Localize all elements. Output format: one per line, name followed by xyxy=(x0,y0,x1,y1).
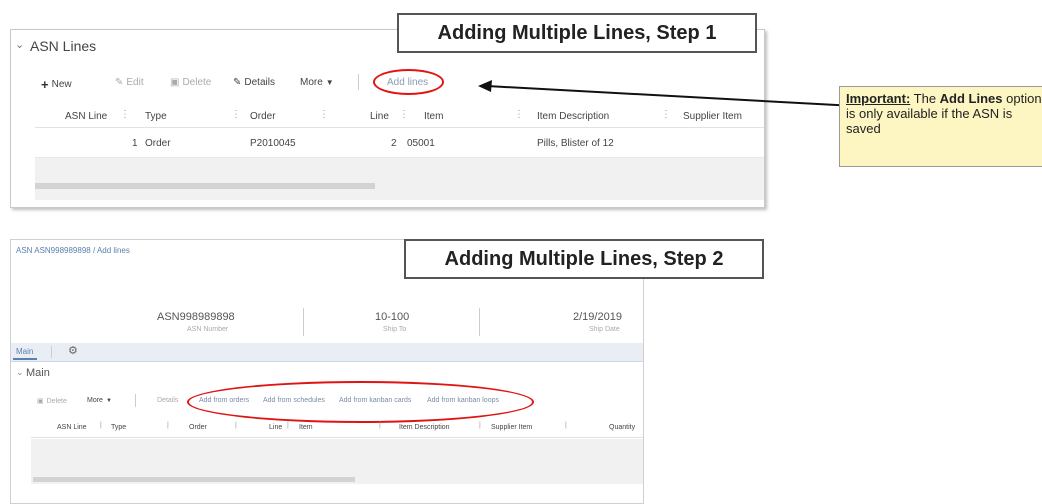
collapse-chevron-icon[interactable]: ⌄ xyxy=(15,38,24,51)
col-item-description[interactable]: Item Description xyxy=(537,111,609,122)
cell-type: Order xyxy=(145,138,171,149)
col-type[interactable]: Type xyxy=(145,111,167,122)
col-grip-icon: ⋮ xyxy=(514,109,524,120)
cell-asn-line: 1 xyxy=(132,138,138,149)
important-note: Important: The Add Lines option is only … xyxy=(839,86,1042,167)
caret-down-icon: ▼ xyxy=(325,78,334,87)
toolbar-divider xyxy=(135,394,136,407)
col-grip-icon: ⋮ xyxy=(120,109,130,120)
col-asn-line[interactable]: ASN Line xyxy=(57,424,87,431)
plus-icon: + xyxy=(41,77,49,92)
col-grip-icon: ⋮ xyxy=(319,109,329,120)
cell-item: 05001 xyxy=(407,138,435,149)
col-divider: | xyxy=(479,422,481,429)
step1-callout: Adding Multiple Lines, Step 1 xyxy=(397,13,757,53)
col-line[interactable]: Line xyxy=(370,111,389,122)
cell-order: P2010045 xyxy=(250,138,296,149)
section-title: ASN Lines xyxy=(30,38,97,54)
tab-divider xyxy=(51,346,52,358)
trash-icon: ▣ xyxy=(37,398,44,405)
col-order[interactable]: Order xyxy=(189,424,207,431)
gear-icon[interactable]: ⚙ xyxy=(68,344,78,357)
col-item[interactable]: Item xyxy=(299,424,313,431)
table-header: ASN Line | Type | Order | Line | Item | … xyxy=(31,421,643,438)
table-row[interactable]: 1 Order P2010045 2 05001 Pills, Blister … xyxy=(35,129,764,158)
add-options-highlight xyxy=(187,381,534,423)
col-grip-icon: ⋮ xyxy=(661,109,671,120)
delete-button[interactable]: ▣ Delete xyxy=(170,77,211,88)
edit-square-icon: ✎ xyxy=(233,77,242,88)
col-quantity[interactable]: Quantity xyxy=(609,424,635,431)
more-menu[interactable]: More ▼ xyxy=(300,77,334,88)
tab-underline xyxy=(13,358,37,360)
table-header: ASN Line ⋮ Type ⋮ Order ⋮ Line ⋮ Item ⋮ … xyxy=(35,107,764,128)
col-divider: | xyxy=(167,422,169,429)
tab-bar xyxy=(11,343,643,362)
horizontal-scrollbar[interactable] xyxy=(33,477,355,482)
col-divider: | xyxy=(287,422,289,429)
toolbar-divider xyxy=(358,74,359,90)
step2-callout: Adding Multiple Lines, Step 2 xyxy=(404,239,764,279)
col-asn-line[interactable]: ASN Line xyxy=(65,111,107,122)
tab-main[interactable]: Main xyxy=(16,347,33,356)
asn-number: ASN998989898 xyxy=(157,311,235,323)
ship-date: 2/19/2019 xyxy=(573,311,622,323)
delete-button[interactable]: ▣ Delete xyxy=(37,397,67,406)
cell-item-description: Pills, Blister of 12 xyxy=(537,138,614,149)
col-divider: | xyxy=(379,422,381,429)
field-divider xyxy=(479,308,480,336)
col-divider: | xyxy=(565,422,567,429)
trash-icon: ▣ xyxy=(170,77,180,88)
edit-button[interactable]: ✎ Edit xyxy=(115,77,144,88)
horizontal-scrollbar[interactable] xyxy=(35,183,375,189)
ship-to-label: Ship To xyxy=(383,326,407,333)
new-button[interactable]: + New xyxy=(41,77,72,92)
col-line[interactable]: Line xyxy=(269,424,282,431)
col-supplier-item[interactable]: Supplier Item xyxy=(491,424,532,431)
note-text-1: The xyxy=(910,91,940,106)
cell-line: 2 xyxy=(391,138,397,149)
col-order[interactable]: Order xyxy=(250,111,276,122)
breadcrumb[interactable]: ASN ASN998989898 / Add lines xyxy=(16,246,130,255)
ship-date-label: Ship Date xyxy=(589,326,620,333)
col-type[interactable]: Type xyxy=(111,424,126,431)
col-grip-icon: ⋮ xyxy=(399,109,409,120)
col-supplier-item[interactable]: Supplier Item xyxy=(683,111,742,122)
grid-empty-area xyxy=(35,158,764,200)
col-item[interactable]: Item xyxy=(424,111,443,122)
details-button[interactable]: ✎ Details xyxy=(233,77,275,88)
add-lines-highlight xyxy=(373,69,444,95)
details-button[interactable]: Details xyxy=(157,397,178,404)
step1-panel: ⌄ ASN Lines + New ✎ Edit ▣ Delete ✎ Deta… xyxy=(10,29,765,208)
caret-down-icon: ▼ xyxy=(105,397,112,404)
collapse-chevron-icon[interactable]: ⌄ xyxy=(16,367,24,378)
col-grip-icon: ⋮ xyxy=(231,109,241,120)
asn-number-label: ASN Number xyxy=(187,326,229,333)
pencil-icon: ✎ xyxy=(115,77,124,88)
field-divider xyxy=(303,308,304,336)
more-menu[interactable]: More ▼ xyxy=(87,397,112,404)
ship-to: 10-100 xyxy=(375,311,410,323)
note-bold: Add Lines xyxy=(939,91,1003,106)
col-divider: | xyxy=(235,422,237,429)
col-item-description[interactable]: Item Description xyxy=(399,424,450,431)
section-title: Main xyxy=(26,367,50,379)
note-important-label: Important: xyxy=(846,91,911,106)
col-divider: | xyxy=(100,422,102,429)
